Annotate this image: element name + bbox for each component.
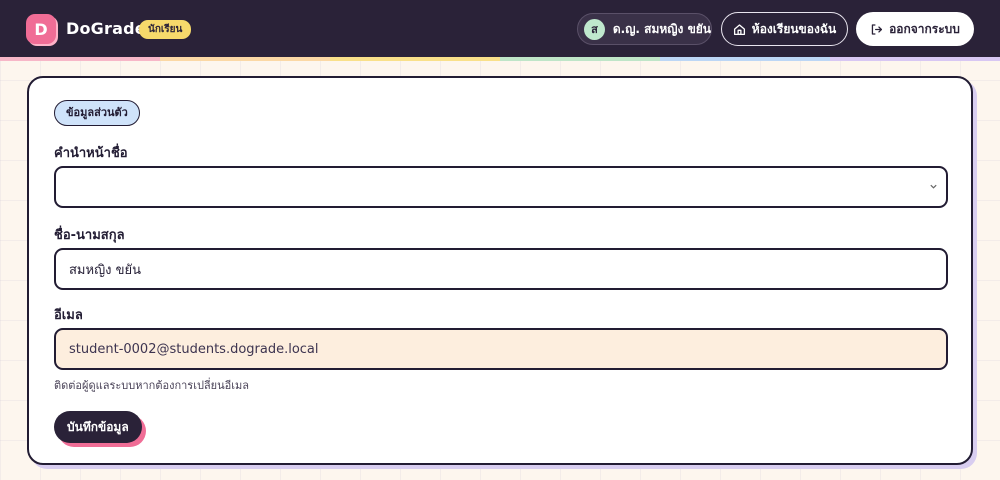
profile-form-card: ข้อมูลส่วนตัว คำนำหน้าชื่อ ชื่อ-นามสกุล …	[27, 76, 973, 465]
logout-label: ออกจากระบบ	[889, 21, 960, 36]
chevron-down-icon	[930, 184, 937, 189]
top-navigation-bar: D DoGrade นักเรียน ส ด.ญ. สมหญิง ขยัน ห้…	[0, 0, 1000, 57]
email-value: student-0002@students.dograde.local	[69, 341, 319, 357]
section-title-badge: ข้อมูลส่วนตัว	[54, 100, 140, 126]
fullname-value: สมหญิง ขยัน	[69, 262, 142, 278]
logo-letter: D	[34, 19, 48, 39]
app-logo[interactable]: D	[26, 14, 56, 44]
my-classroom-button[interactable]: ห้องเรียนของฉัน	[721, 12, 848, 46]
rainbow-divider	[0, 57, 1000, 61]
my-classroom-label: ห้องเรียนของฉัน	[751, 21, 837, 36]
user-name: ด.ญ. สมหญิง ขยัน	[612, 21, 711, 36]
brand-name[interactable]: DoGrade	[66, 19, 146, 38]
role-badge: นักเรียน	[139, 20, 192, 39]
fullname-input[interactable]: สมหญิง ขยัน	[54, 248, 948, 290]
fullname-label: ชื่อ-นามสกุล	[54, 228, 125, 243]
home-icon	[733, 23, 745, 35]
avatar: ส	[584, 18, 605, 40]
logout-button[interactable]: ออกจากระบบ	[856, 12, 974, 46]
save-button[interactable]: บันทึกข้อมูล	[54, 411, 142, 443]
prefix-select[interactable]	[54, 166, 948, 208]
email-hint: ติดต่อผู้ดูแลระบบหากต้องการเปลี่ยนอีเมล	[54, 379, 249, 392]
email-field[interactable]: student-0002@students.dograde.local	[54, 328, 948, 370]
logout-icon	[871, 23, 883, 35]
prefix-label: คำนำหน้าชื่อ	[54, 146, 128, 161]
user-profile-chip[interactable]: ส ด.ญ. สมหญิง ขยัน	[577, 13, 712, 45]
email-label: อีเมล	[54, 308, 83, 323]
